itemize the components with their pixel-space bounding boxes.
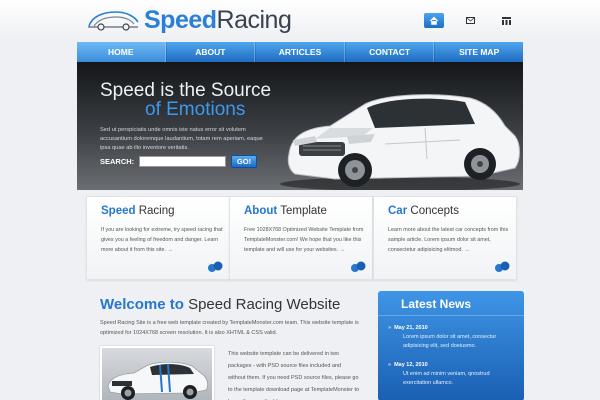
welcome-package-text: This website template can be delivered i… — [228, 351, 360, 400]
mail-icon[interactable] — [460, 13, 480, 28]
search-go-button[interactable]: GO! — [231, 155, 257, 168]
feature-body: Learn more about the latest car concepts… — [388, 225, 510, 255]
feature-box-about-template: About Template Free 1028X768 Optimized W… — [229, 196, 373, 280]
news-title: Latest News — [401, 297, 472, 311]
feature-body: If you are looking for extreme, try spee… — [101, 225, 223, 255]
news-text: Ut enim ad minim veniam, qnostrud exerci… — [403, 371, 490, 386]
news-date: » May 12, 2010 — [388, 361, 518, 370]
welcome-heading-highlight: Welcome to — [100, 296, 184, 313]
latest-news-panel: Latest News » May 21, 2010 Lorem ipsum do… — [378, 291, 524, 400]
nav-about[interactable]: ABOUT — [165, 42, 256, 62]
feature-body-text: Learn more about the latest car concepts… — [388, 227, 509, 253]
news-divider — [378, 315, 524, 316]
nav-site-map[interactable]: SITE MAP — [434, 42, 523, 62]
news-item[interactable]: » May 12, 2010 Ut enim ad minim veniam, q… — [388, 361, 518, 388]
main-nav: HOME ABOUT ARTICLES CONTACT SITE MAP — [77, 42, 523, 62]
feature-title-rest: Template — [280, 205, 327, 217]
nav-contact[interactable]: CONTACT — [344, 42, 435, 62]
sitemap-icon[interactable] — [496, 13, 516, 28]
feature-title-highlight: Speed — [101, 205, 136, 217]
logo-word-racing: Racing — [216, 5, 292, 34]
logo-text: SpeedRacing — [144, 5, 292, 35]
car-logo-icon — [88, 11, 139, 31]
site-header: SpeedRacing — [0, 0, 600, 40]
bubbles-icon — [495, 261, 510, 272]
site-logo[interactable]: SpeedRacing — [86, 5, 292, 35]
news-text: Lorem ipsum dolor sit amet, consectur ad… — [403, 334, 497, 349]
feature-box-car-concepts: Car Concepts Learn more about the latest… — [373, 196, 517, 280]
double-arrow-icon: » — [388, 325, 392, 331]
feature-body-text: Free 1028X768 Optimized Website Template… — [244, 227, 364, 253]
sports-car-image — [107, 361, 209, 400]
feature-title: About Template — [244, 205, 327, 217]
feature-title: Speed Racing — [101, 205, 175, 217]
home-icon[interactable] — [424, 13, 444, 28]
bubbles-icon — [208, 261, 223, 272]
search-input[interactable] — [139, 156, 226, 167]
hero-suv-image — [280, 94, 520, 190]
feature-title-highlight: Car — [388, 205, 408, 217]
hero-banner: Speed is the Source of Emotions Sed ut p… — [77, 62, 523, 190]
nav-home[interactable]: HOME — [77, 42, 166, 62]
nav-articles[interactable]: ARTICLES — [255, 42, 345, 62]
feature-body-text: If you are looking for extreme, try spee… — [101, 227, 223, 253]
more-arrow-icon[interactable]: → — [464, 247, 469, 253]
news-date-text: May 21, 2010 — [394, 325, 428, 331]
more-arrow-icon[interactable]: → — [340, 247, 345, 253]
hero-body-text: Sed ut perspiciatis unde omnis iste natu… — [100, 127, 263, 151]
welcome-heading-rest: Speed Racing Website — [188, 296, 341, 313]
feature-title-rest: Racing — [138, 205, 175, 217]
more-arrow-icon[interactable]: → — [168, 247, 173, 253]
header-icons — [424, 13, 532, 28]
feature-title-highlight: About — [244, 205, 278, 217]
bubbles-icon — [351, 261, 366, 272]
logo-word-speed: Speed — [144, 5, 217, 34]
news-item[interactable]: » May 21, 2010 Lorem ipsum dolor sit amet… — [388, 324, 518, 351]
feature-body: Free 1028X768 Optimized Website Template… — [244, 225, 366, 255]
news-date: » May 21, 2010 — [388, 324, 518, 333]
camaro-thumbnail-image[interactable] — [100, 346, 214, 400]
feature-box-speed-racing: Speed Racing If you are looking for extr… — [86, 196, 230, 280]
double-arrow-icon: » — [388, 362, 392, 368]
hero-headline-line2: of Emotions — [145, 99, 246, 120]
welcome-intro-text: Speed Racing Site is a free web template… — [100, 320, 359, 336]
search-label: SEARCH: — [100, 157, 135, 166]
welcome-heading: Welcome to Speed Racing Website — [100, 296, 340, 313]
feature-title: Car Concepts — [388, 205, 459, 217]
feature-title-rest: Concepts — [410, 205, 459, 217]
news-date-text: May 12, 2010 — [394, 362, 428, 368]
